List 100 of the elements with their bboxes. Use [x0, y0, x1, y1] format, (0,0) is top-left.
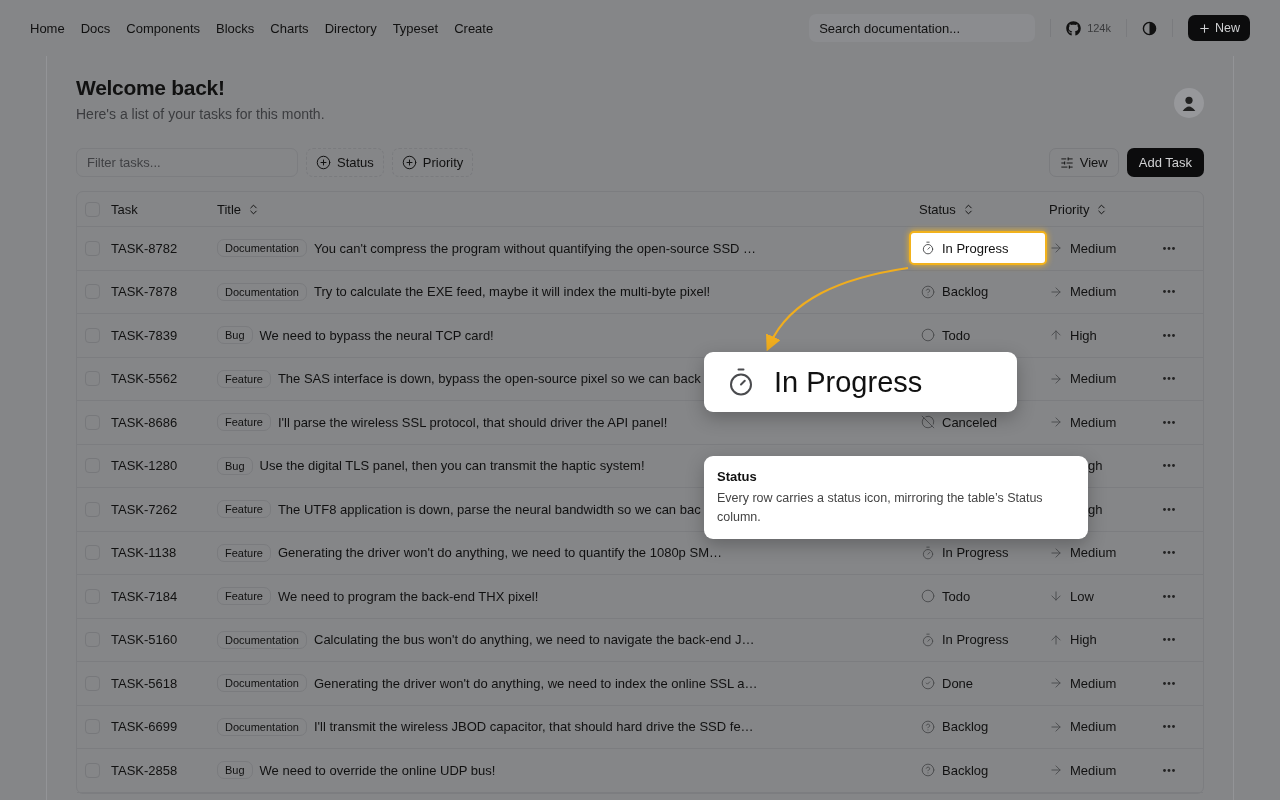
arrow-up-icon: [1049, 328, 1063, 343]
column-header[interactable]: Title: [217, 201, 242, 217]
task-label: Bug: [217, 761, 253, 780]
priority-label: Medium: [1070, 371, 1117, 387]
ellipsis-icon: [1163, 594, 1175, 598]
question-circle-icon: [921, 763, 935, 778]
priority-label: Medium: [1070, 240, 1117, 256]
status-cell: In Progress: [909, 622, 1047, 657]
question-circle-icon: [921, 284, 935, 299]
highlighted-status-cell: In Progress: [909, 231, 1047, 266]
nav-link[interactable]: Charts: [270, 20, 309, 36]
task-id: TASK-5562: [111, 371, 179, 387]
ellipsis-icon: [1163, 638, 1175, 642]
task-label: Feature: [217, 587, 271, 606]
task-id: TASK-7878: [111, 284, 179, 300]
nav-link[interactable]: Create: [454, 20, 494, 36]
column-header[interactable]: Priority: [1049, 201, 1090, 217]
ellipsis-icon: [1163, 768, 1175, 772]
tooltip-title: Status: [717, 469, 758, 484]
circle-icon: [921, 328, 935, 343]
column-header: Task: [111, 201, 138, 217]
task-id: TASK-7839: [111, 327, 179, 343]
task-label: Feature: [217, 413, 271, 432]
task-title: Use the digital TLS panel, then you can transmit the haptic system!: [259, 458, 645, 474]
status-cell: In Progress: [909, 535, 1047, 570]
sliders-icon: [1059, 155, 1074, 170]
nav-link[interactable]: Typeset: [392, 20, 439, 36]
task-title: I'll parse the wireless SSL protocol, that should driver the API panel!: [277, 414, 668, 430]
task-label: Documentation: [217, 717, 307, 736]
nav-link[interactable]: Home: [30, 20, 65, 36]
theme-toggle-button[interactable]: [1142, 20, 1157, 36]
status-cell: Done: [909, 666, 1047, 701]
priority-label: Low: [1070, 588, 1094, 604]
task-title: We need to bypass the neural TCP card!: [259, 327, 494, 343]
ellipsis-icon: [1163, 725, 1175, 729]
ellipsis-icon: [1163, 681, 1175, 685]
task-id: TASK-8782: [111, 240, 179, 256]
column-header[interactable]: Status: [919, 201, 956, 217]
filter-facet-button[interactable]: Status: [306, 148, 384, 177]
task-label: Feature: [217, 369, 271, 388]
plus-circle-icon: [401, 155, 417, 170]
callout-label: In Progress: [774, 365, 923, 399]
task-label: Documentation: [217, 630, 307, 649]
priority-label: gh: [1088, 458, 1103, 474]
task-id: TASK-1280: [111, 458, 179, 474]
ellipsis-icon: [1163, 551, 1175, 555]
task-id: TASK-8686: [111, 414, 179, 430]
task-label: Documentation: [217, 282, 307, 301]
priority-label: Medium: [1070, 719, 1117, 735]
task-title: We need to override the online UDP bus!: [259, 762, 496, 778]
task-label: Documentation: [217, 674, 307, 693]
avatar[interactable]: [1174, 88, 1204, 118]
plus-icon: [1198, 21, 1211, 35]
status-cell: Todo: [909, 579, 1047, 614]
new-button[interactable]: New: [1188, 15, 1250, 41]
ellipsis-icon: [1163, 333, 1175, 337]
stopwatch-icon: [921, 241, 935, 256]
add-task-button[interactable]: Add Task: [1126, 148, 1204, 177]
task-label: Bug: [217, 326, 253, 345]
plus-circle-icon: [316, 155, 331, 170]
task-title: Calculating the bus won't do anything, we need to navigate the back-end J…: [314, 632, 755, 648]
tooltip-body: Every row carries a status icon, mirroring the table’s Status column.: [717, 490, 1044, 527]
task-title: The UTF8 application is down, parse the neural bandwidth so we can bac: [277, 501, 701, 517]
search-field[interactable]: Search documentation...: [809, 14, 1036, 42]
status-cell: Backlog: [909, 753, 1047, 788]
task-id: TASK-5618: [111, 675, 179, 691]
status-cell: Todo: [909, 318, 1047, 353]
view-button[interactable]: View: [1048, 148, 1119, 177]
task-title: You can't compress the program without quantifying the open-source SSD …: [314, 240, 757, 256]
arrow-up-icon: [1049, 632, 1063, 647]
nav-link[interactable]: Docs: [80, 20, 111, 36]
ellipsis-icon: [1163, 290, 1175, 294]
nav-link[interactable]: Components: [126, 20, 201, 36]
stopwatch-icon: [921, 632, 935, 647]
nav-link[interactable]: Blocks: [216, 20, 255, 36]
task-id: TASK-2858: [111, 762, 179, 778]
filter-field[interactable]: Filter tasks...: [76, 148, 298, 177]
task-id: TASK-7262: [111, 501, 179, 517]
task-title: The SAS interface is down, bypass the open-source pixel so we can back: [277, 371, 701, 387]
task-id: TASK-7184: [111, 588, 179, 604]
github-icon: [1066, 20, 1082, 36]
status-cell: Backlog: [909, 709, 1047, 744]
filter-facet-button[interactable]: Priority: [391, 148, 474, 177]
person-silhouette-icon: [1180, 94, 1198, 112]
nav-link[interactable]: Directory: [324, 20, 377, 36]
task-id: TASK-6699: [111, 719, 179, 735]
priority-label: gh: [1088, 501, 1103, 517]
circle-icon: [921, 589, 935, 604]
priority-label: Medium: [1070, 545, 1117, 561]
check-circle-icon: [921, 676, 935, 691]
task-title: Try to calculate the EXE feed, maybe it will index the multi-byte pixel!: [314, 284, 711, 300]
task-label: Documentation: [217, 239, 307, 258]
task-title: I'll transmit the wireless JBOD capacitor, that should hard drive the SSD fe…: [314, 719, 754, 735]
task-title: Generating the driver won't do anything, we need to quantify the 1080p SM…: [277, 545, 722, 561]
ellipsis-icon: [1163, 377, 1175, 381]
task-id: TASK-5160: [111, 632, 179, 648]
task-title: We need to program the back-end THX pixel!: [277, 588, 539, 604]
task-label: Feature: [217, 500, 271, 519]
github-stars-link[interactable]: 124k: [1066, 20, 1111, 36]
ellipsis-icon: [1163, 420, 1175, 424]
